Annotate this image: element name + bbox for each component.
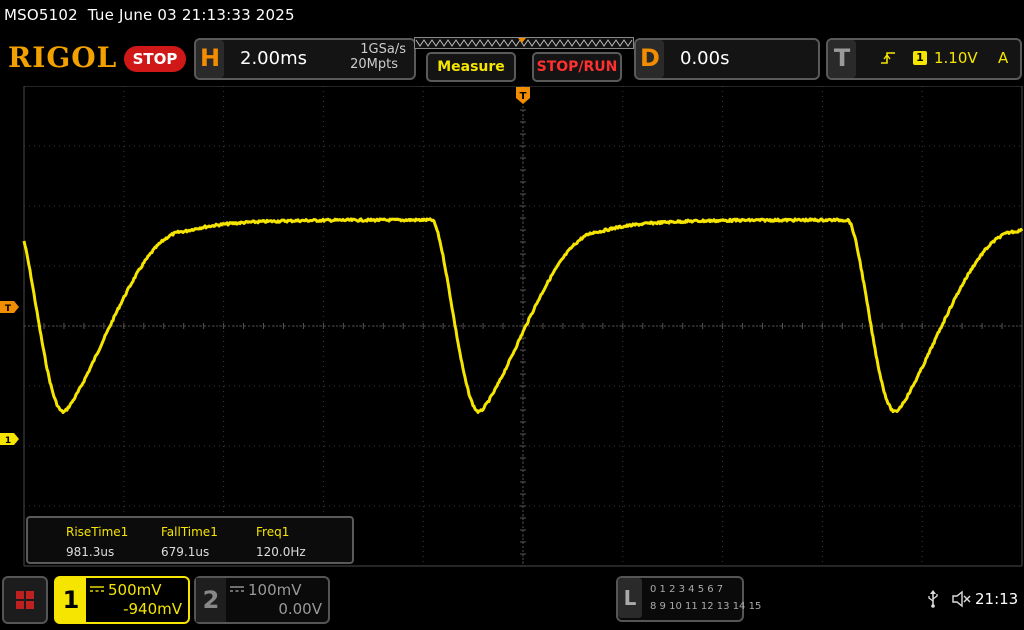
measurement-label: FallTime1 <box>161 525 218 539</box>
trigger-source: 1 <box>913 51 927 65</box>
sample-rate: 1GSa/s <box>360 42 406 57</box>
grid-menu-icon <box>16 591 34 609</box>
horizontal-label: H <box>196 40 224 78</box>
trigger-position-marker[interactable]: T <box>516 87 530 104</box>
dc-coupling-icon <box>90 586 104 592</box>
clock: 21:13 <box>975 590 1019 608</box>
trigger-mode: A <box>998 49 1009 67</box>
channel1-number: 1 <box>56 578 86 622</box>
menu-button[interactable] <box>2 576 48 624</box>
speaker-muted-icon[interactable] <box>951 590 971 608</box>
rigol-logo: RIGOL <box>8 41 118 74</box>
rising-edge-icon <box>881 52 895 64</box>
memory-depth: 20Mpts <box>350 57 398 72</box>
trigger-level: 1.10V <box>934 49 978 67</box>
channel1-scale: 500mV <box>108 581 162 599</box>
measurement-value: 981.3us <box>66 545 115 559</box>
dc-coupling-icon <box>230 586 244 592</box>
trigger-position-label: T <box>520 91 527 102</box>
logic-analyzer-label: L <box>618 578 642 618</box>
date-time: Tue June 03 21:13:33 2025 <box>87 6 295 24</box>
trigger-level-marker[interactable]: T <box>0 301 19 314</box>
measurement-panel[interactable]: RiseTime1 981.3us FallTime1 679.1us Freq… <box>26 516 354 564</box>
trigger-label: T <box>828 40 856 78</box>
run-state-badge[interactable]: STOP <box>124 46 186 72</box>
timebase-value: 2.00ms <box>240 48 307 69</box>
channel2-number: 2 <box>196 578 226 622</box>
model-name: MSO5102 <box>4 6 78 24</box>
channel1-ground-marker[interactable]: 1 <box>0 433 19 446</box>
measurement-value: 120.0Hz <box>256 545 306 559</box>
measure-button[interactable]: Measure <box>426 52 516 82</box>
measurement-label: Freq1 <box>256 525 290 539</box>
stop-run-button[interactable]: STOP/RUN <box>532 52 622 82</box>
channel2-scale: 100mV <box>248 581 302 599</box>
channel1-ground-label: 1 <box>5 436 11 446</box>
measurement-value: 679.1us <box>161 545 210 559</box>
delay-label: D <box>636 40 664 78</box>
memory-timeline <box>414 37 634 49</box>
waveform-display[interactable]: T T 1 <box>0 86 1024 570</box>
logic-channels-row1: 0 1 2 3 4 5 6 7 <box>650 584 724 595</box>
logic-channels-row2: 8 9 10 11 12 13 14 15 <box>650 601 762 612</box>
title-line: MSO5102 Tue June 03 21:13:33 2025 <box>4 6 295 24</box>
usb-icon <box>928 590 938 608</box>
channel1-offset: -940mV <box>123 600 182 618</box>
channel2-offset: 0.00V <box>278 600 322 618</box>
trigger-level-label: T <box>5 304 12 314</box>
measurement-label: RiseTime1 <box>66 525 129 539</box>
delay-value: 0.00s <box>680 48 730 69</box>
